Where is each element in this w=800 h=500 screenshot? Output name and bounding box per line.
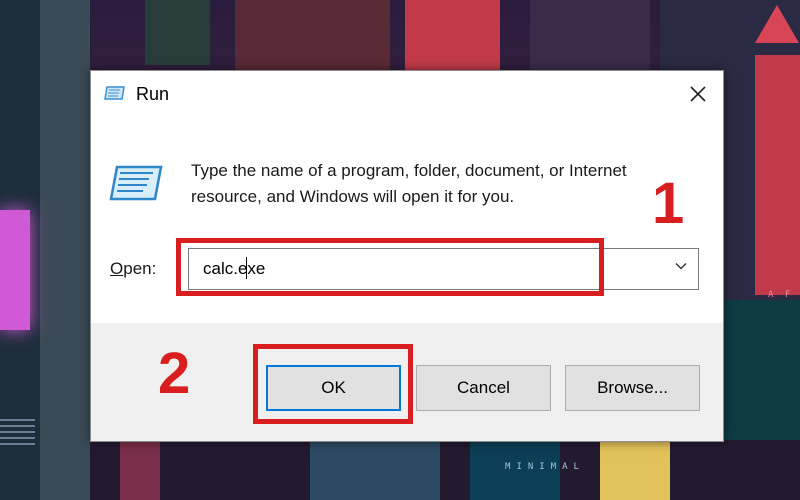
run-icon	[104, 86, 125, 100]
wallpaper-building	[145, 0, 210, 65]
wallpaper-building	[40, 0, 90, 500]
open-label: Open:	[110, 259, 156, 279]
annotation-step-1: 1	[652, 171, 685, 236]
open-label-text: pen:	[123, 259, 157, 278]
annotation-highlight-input	[176, 238, 604, 296]
wallpaper-minimal-text: MINIMAL	[505, 462, 585, 472]
cancel-button[interactable]: Cancel	[416, 365, 551, 411]
close-button[interactable]	[673, 71, 723, 117]
wallpaper-building	[310, 440, 440, 500]
wallpaper-street	[90, 440, 800, 500]
wallpaper-neon-sign	[755, 55, 800, 295]
wallpaper-building	[235, 0, 390, 70]
browse-button[interactable]: Browse...	[565, 365, 700, 411]
wallpaper-building	[405, 0, 500, 70]
title-bar[interactable]: Run	[91, 71, 723, 117]
annotation-highlight-ok	[253, 344, 413, 424]
dialog-title: Run	[136, 84, 170, 104]
close-icon	[690, 86, 706, 102]
dialog-description: Type the name of a program, folder, docu…	[191, 161, 627, 206]
wallpaper-triangle	[755, 5, 799, 43]
wallpaper-building	[530, 0, 650, 70]
annotation-step-2: 2	[158, 341, 191, 406]
wallpaper-stripes	[0, 415, 35, 445]
chevron-down-icon[interactable]	[674, 259, 688, 273]
open-label-accesskey: O	[110, 259, 124, 278]
wallpaper-building	[120, 440, 160, 500]
wallpaper-neon-sign	[0, 210, 30, 330]
run-icon	[109, 165, 163, 201]
wallpaper-side-text: A F	[768, 290, 794, 300]
